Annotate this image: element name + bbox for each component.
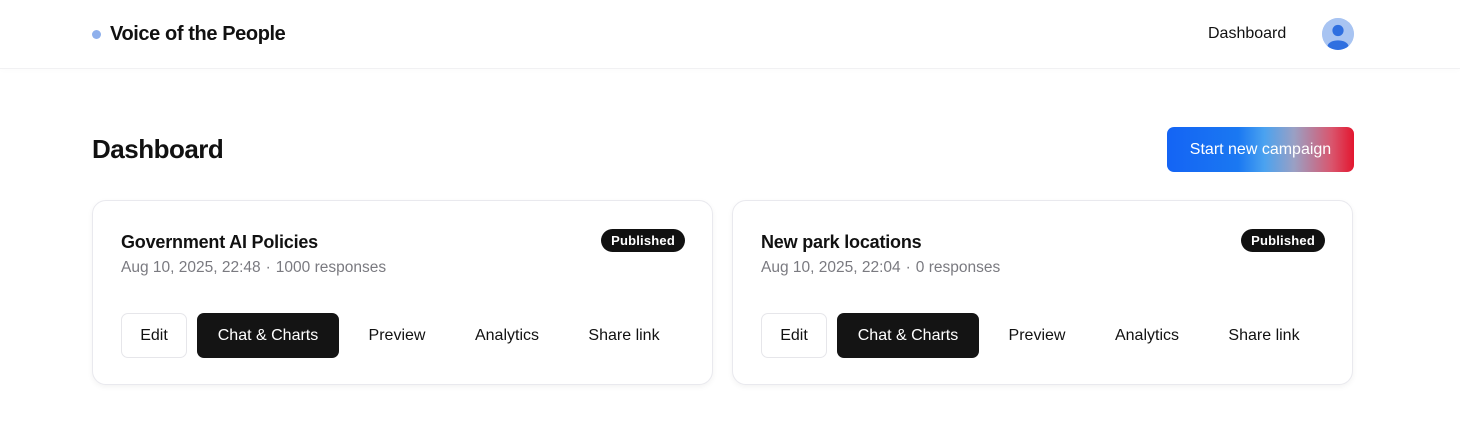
edit-button[interactable]: Edit — [121, 313, 187, 358]
edit-button[interactable]: Edit — [761, 313, 827, 358]
preview-button[interactable]: Preview — [339, 313, 455, 358]
campaign-meta: Aug 10, 2025, 22:48 · 1000 responses — [121, 259, 386, 277]
analytics-button[interactable]: Analytics — [455, 313, 559, 358]
top-navbar: Voice of the People Dashboard — [0, 0, 1460, 69]
status-badge: Published — [601, 229, 685, 252]
brand[interactable]: Voice of the People — [92, 20, 286, 48]
campaign-card: New park locations Aug 10, 2025, 22:04 ·… — [732, 200, 1353, 385]
campaign-actions: Edit Chat & Charts Preview Analytics Sha… — [121, 313, 689, 358]
start-new-campaign-button[interactable]: Start new campaign — [1167, 127, 1354, 172]
user-avatar-icon[interactable] — [1322, 18, 1354, 50]
chat-charts-button[interactable]: Chat & Charts — [837, 313, 979, 358]
chat-charts-button[interactable]: Chat & Charts — [197, 313, 339, 358]
share-link-button[interactable]: Share link — [559, 313, 689, 358]
campaign-title: Government AI Policies — [121, 232, 318, 252]
campaign-actions: Edit Chat & Charts Preview Analytics Sha… — [761, 313, 1329, 358]
campaign-responses: 1000 responses — [275, 259, 387, 276]
page-title: Dashboard — [92, 134, 224, 164]
campaign-title: New park locations — [761, 232, 922, 252]
brand-name: Voice of the People — [110, 22, 286, 45]
nav-link-dashboard[interactable]: Dashboard — [1208, 25, 1286, 43]
campaign-date: Aug 10, 2025, 22:48 — [121, 259, 261, 276]
campaign-meta: Aug 10, 2025, 22:04 · 0 responses — [761, 259, 1000, 277]
share-link-button[interactable]: Share link — [1199, 313, 1329, 358]
brand-dot-icon — [92, 29, 101, 39]
meta-separator: · — [265, 259, 271, 276]
meta-separator: · — [905, 259, 911, 276]
analytics-button[interactable]: Analytics — [1095, 313, 1199, 358]
campaign-responses: 0 responses — [915, 259, 1001, 276]
campaign-date: Aug 10, 2025, 22:04 — [761, 259, 901, 276]
status-badge: Published — [1241, 229, 1325, 252]
preview-button[interactable]: Preview — [979, 313, 1095, 358]
campaign-card: Government AI Policies Aug 10, 2025, 22:… — [92, 200, 713, 385]
